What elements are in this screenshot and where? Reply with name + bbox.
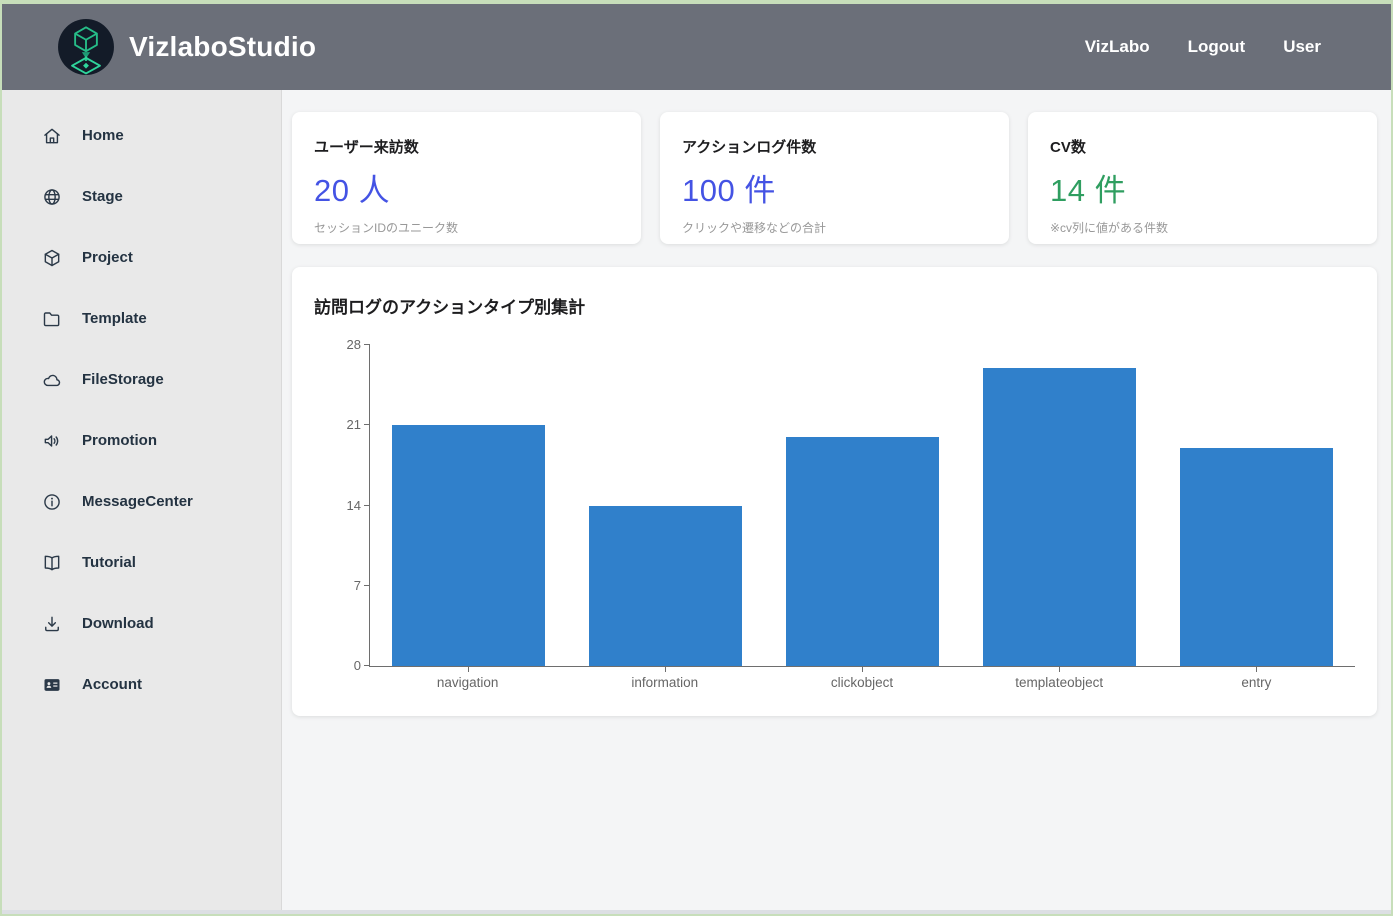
stat-title: ユーザー来訪数: [314, 136, 619, 157]
stat-card-action-logs: アクションログ件数 100 件 クリックや遷移などの合計: [660, 112, 1009, 244]
sidebar-item-label: Template: [82, 310, 147, 327]
stat-value: 14 件: [1050, 165, 1355, 210]
brand-home-link[interactable]: VizlaboStudio: [57, 18, 316, 76]
chart-title: 訪問ログのアクションタイプ別集計: [314, 293, 1355, 318]
sidebar-item-template[interactable]: Template: [2, 288, 281, 349]
stat-note: セッションIDのユニーク数: [314, 219, 619, 236]
header-nav: VizLabo Logout User: [1085, 37, 1321, 57]
sidebar-item-messagecenter[interactable]: MessageCenter: [2, 471, 281, 532]
id-card-icon: [42, 675, 62, 695]
sidebar: Home Stage Project Template FileStorage: [2, 90, 282, 910]
sidebar-item-home[interactable]: Home: [2, 105, 281, 166]
x-tick-mark: [1059, 667, 1060, 672]
x-tick-mark: [468, 667, 469, 672]
stat-value: 20 人: [314, 165, 619, 210]
horizontal-scrollbar[interactable]: [2, 910, 1391, 914]
stat-note: ※cv列に値がある件数: [1050, 219, 1355, 236]
sidebar-item-project[interactable]: Project: [2, 227, 281, 288]
sidebar-item-label: Download: [82, 615, 154, 632]
bar-navigation: [392, 425, 546, 666]
sidebar-item-label: MessageCenter: [82, 493, 193, 510]
folder-icon: [42, 309, 62, 329]
stats-row: ユーザー来訪数 20 人 セッションIDのユニーク数 アクションログ件数 100…: [292, 112, 1377, 244]
x-tick-label: templateobject: [961, 675, 1158, 690]
sidebar-item-label: Tutorial: [82, 554, 136, 571]
bar-templateobject: [983, 368, 1137, 666]
y-tick-mark: [364, 424, 370, 425]
sidebar-item-label: FileStorage: [82, 371, 164, 388]
bar-slot: [961, 345, 1158, 666]
nav-user-link[interactable]: User: [1283, 37, 1321, 57]
sidebar-item-promotion[interactable]: Promotion: [2, 410, 281, 471]
x-tick-label: entry: [1158, 675, 1355, 690]
bar-slot: [1158, 345, 1355, 666]
sidebar-item-label: Promotion: [82, 432, 157, 449]
home-icon: [42, 126, 62, 146]
cloud-icon: [42, 370, 62, 390]
sidebar-item-label: Home: [82, 127, 124, 144]
stat-value: 100 件: [682, 165, 987, 210]
main-content: ユーザー来訪数 20 人 セッションIDのユニーク数 アクションログ件数 100…: [282, 90, 1391, 910]
bar-slot: [567, 345, 764, 666]
x-tick-mark: [1256, 667, 1257, 672]
bar-slot: [370, 345, 567, 666]
nav-vizlabo-link[interactable]: VizLabo: [1085, 37, 1150, 57]
sidebar-item-account[interactable]: Account: [2, 654, 281, 715]
bar-entry: [1180, 448, 1334, 666]
sidebar-item-label: Project: [82, 249, 133, 266]
x-axis-labels: navigationinformationclickobjecttemplate…: [369, 667, 1355, 690]
stat-title: アクションログ件数: [682, 136, 987, 157]
speaker-icon: [42, 431, 62, 451]
x-tick-mark: [665, 667, 666, 672]
y-tick-label: 28: [347, 338, 361, 352]
y-tick-label: 0: [354, 659, 361, 673]
bar-information: [589, 506, 743, 667]
sidebar-item-download[interactable]: Download: [2, 593, 281, 654]
x-label-slot: templateobject: [961, 667, 1158, 690]
x-tick-label: clickobject: [763, 675, 960, 690]
x-tick-mark: [862, 667, 863, 672]
y-tick-mark: [364, 505, 370, 506]
sidebar-item-label: Stage: [82, 188, 123, 205]
sidebar-item-label: Account: [82, 676, 142, 693]
cube-icon: [42, 248, 62, 268]
vizlabo-logo-icon: [57, 18, 115, 76]
sidebar-item-tutorial[interactable]: Tutorial: [2, 532, 281, 593]
stat-note: クリックや遷移などの合計: [682, 219, 987, 236]
y-tick-label: 14: [347, 499, 361, 513]
app-title: VizlaboStudio: [129, 31, 316, 63]
y-tick-label: 21: [347, 418, 361, 432]
bar-plot: 07142128: [369, 345, 1355, 667]
app-header: VizlaboStudio VizLabo Logout User: [2, 4, 1391, 90]
x-tick-label: navigation: [369, 675, 566, 690]
action-type-chart-card: 訪問ログのアクションタイプ別集計 07142128 navigationinfo…: [292, 267, 1377, 716]
x-label-slot: clickobject: [763, 667, 960, 690]
x-label-slot: navigation: [369, 667, 566, 690]
x-label-slot: entry: [1158, 667, 1355, 690]
stat-title: CV数: [1050, 136, 1355, 157]
stat-card-cv: CV数 14 件 ※cv列に値がある件数: [1028, 112, 1377, 244]
open-book-icon: [42, 553, 62, 573]
bar-clickobject: [786, 437, 940, 666]
sidebar-item-stage[interactable]: Stage: [2, 166, 281, 227]
x-tick-label: information: [566, 675, 763, 690]
y-tick-mark: [364, 585, 370, 586]
y-tick-label: 7: [354, 579, 361, 593]
stat-card-visitors: ユーザー来訪数 20 人 セッションIDのユニーク数: [292, 112, 641, 244]
download-icon: [42, 614, 62, 634]
x-label-slot: information: [566, 667, 763, 690]
globe-icon: [42, 187, 62, 207]
y-tick-mark: [364, 344, 370, 345]
nav-logout-link[interactable]: Logout: [1188, 37, 1246, 57]
bar-slot: [764, 345, 961, 666]
y-tick-mark: [364, 665, 370, 666]
sidebar-item-filestorage[interactable]: FileStorage: [2, 349, 281, 410]
info-circle-icon: [42, 492, 62, 512]
